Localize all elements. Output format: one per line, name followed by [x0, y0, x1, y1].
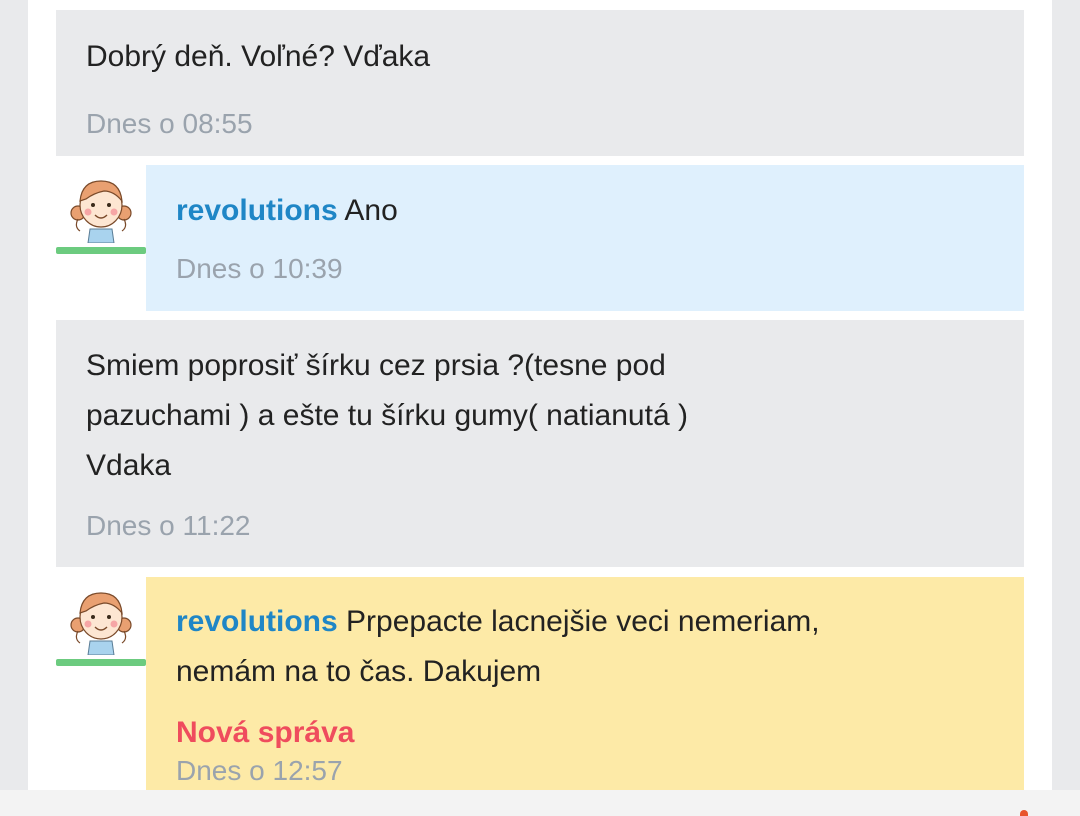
- message-line: Smiem poprosiť šírku cez prsia ?(tesne p…: [86, 349, 666, 382]
- message-bubble: revolutions Ano Dnes o 10:39: [146, 165, 1024, 311]
- incoming-message: revolutions Ano Dnes o 10:39: [56, 165, 1024, 311]
- message-thread: Dobrý deň. Voľné? Vďaka Dnes o 08:55 rev…: [28, 0, 1052, 790]
- message-time: Dnes o 08:55: [86, 108, 253, 139]
- online-indicator: [56, 659, 146, 666]
- outgoing-message: Smiem poprosiť šírku cez prsia ?(tesne p…: [56, 320, 1024, 567]
- new-message-label: Nová správa: [176, 716, 355, 749]
- message-text: revolutions Ano: [176, 186, 398, 236]
- author-link[interactable]: revolutions: [176, 194, 338, 227]
- incoming-message: revolutions Prpepacte lacnejšie veci nem…: [56, 577, 1024, 790]
- message-line: Vdaka: [86, 449, 172, 482]
- avatar[interactable]: [56, 577, 146, 667]
- girl-avatar-icon: [70, 592, 132, 655]
- message-line: pazuchami ) a ešte tu šírku gumy( natian…: [86, 399, 688, 432]
- online-indicator: [56, 247, 146, 254]
- message-time: Dnes o 11:22: [86, 510, 251, 541]
- message-text: revolutions Prpepacte lacnejšie veci nem…: [176, 597, 820, 697]
- message-text: Smiem poprosiť šírku cez prsia ?(tesne p…: [86, 341, 688, 491]
- outgoing-message: Dobrý deň. Voľné? Vďaka Dnes o 08:55: [56, 10, 1024, 156]
- notification-dot-icon: [1020, 810, 1028, 816]
- message-time: Dnes o 12:57: [176, 755, 343, 786]
- message-bubble: revolutions Prpepacte lacnejšie veci nem…: [146, 577, 1024, 790]
- bottom-bar: [0, 790, 1080, 816]
- message-time: Dnes o 10:39: [176, 253, 343, 284]
- message-text: Dobrý deň. Voľné? Vďaka: [86, 40, 431, 73]
- message-body: Prpepacte lacnejšie veci nemeriam,: [337, 605, 820, 638]
- girl-avatar-icon: [70, 180, 132, 243]
- avatar[interactable]: [56, 165, 146, 255]
- message-body: nemám na to čas. Dakujem: [176, 655, 542, 688]
- author-link[interactable]: revolutions: [176, 605, 338, 638]
- message-body: Ano: [337, 194, 398, 227]
